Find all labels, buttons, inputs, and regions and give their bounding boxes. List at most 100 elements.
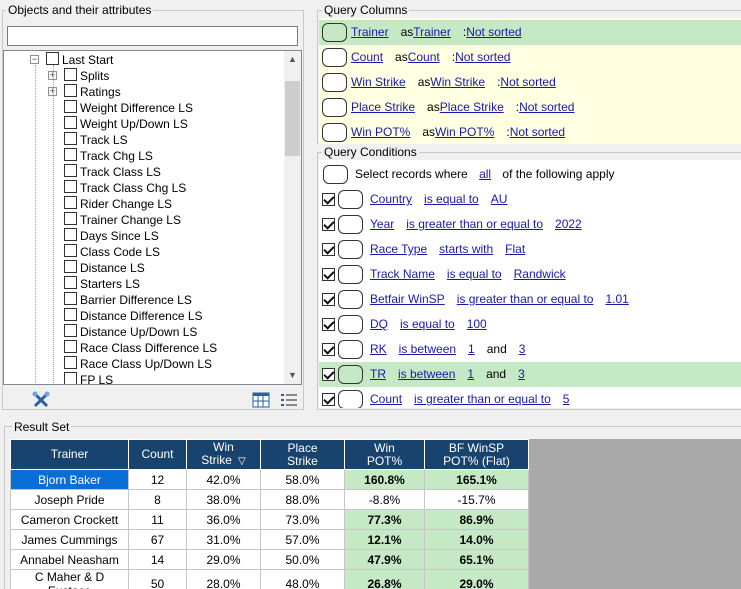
tree-item[interactable]: Track Class Chg LS	[64, 179, 186, 195]
tree-item-checkbox[interactable]	[64, 292, 77, 306]
tree-item-checkbox[interactable]	[64, 340, 77, 354]
condition-checkbox[interactable]	[322, 393, 335, 406]
cell-trainer[interactable]: Bjorn Baker	[10, 469, 129, 490]
condition-checkbox[interactable]	[322, 293, 335, 306]
cell-win-pot[interactable]: 26.8%	[344, 569, 425, 589]
tree-item-checkbox[interactable]	[64, 116, 77, 130]
query-column-handle[interactable]	[322, 73, 347, 92]
tree-item-checkbox[interactable]	[64, 276, 77, 290]
column-header[interactable]: BF WinSP POT% (Flat)	[424, 439, 529, 470]
table-row[interactable]: C Maher & D Eustace5028.0%48.0%26.8%29.0…	[10, 569, 529, 589]
tree-item-checkbox[interactable]	[64, 148, 77, 162]
cell-win-strike[interactable]: 31.0%	[186, 529, 261, 550]
column-sort-link[interactable]: Not sorted	[510, 125, 565, 139]
condition-field-link[interactable]: TR	[370, 367, 386, 381]
collapse-icon[interactable]: −	[30, 55, 39, 64]
condition-operator-link[interactable]: is greater than or equal to	[457, 292, 594, 306]
scroll-down-icon[interactable]: ▼	[284, 367, 301, 384]
cell-bf-pot[interactable]: 86.9%	[424, 509, 529, 530]
condition-operator-link[interactable]: is between	[399, 342, 456, 356]
column-alias-link[interactable]: Win POT%	[435, 125, 494, 139]
cell-win-strike[interactable]: 28.0%	[186, 569, 261, 589]
conditions-root-handle[interactable]	[323, 165, 348, 184]
cell-place-strike[interactable]: 58.0%	[260, 469, 345, 490]
tree-item-checkbox[interactable]	[64, 244, 77, 258]
query-column-row[interactable]: Win Strike asWin Strike:Not sorted	[319, 70, 741, 95]
condition-operator-link[interactable]: is greater than or equal to	[406, 217, 543, 231]
condition-value-link[interactable]: 2022	[555, 217, 582, 231]
cell-trainer[interactable]: James Cummings	[10, 529, 129, 550]
tree-item[interactable]: Days Since LS	[64, 227, 159, 243]
tree-item[interactable]: + Splits	[48, 67, 109, 83]
column-alias-link[interactable]: Trainer	[413, 25, 451, 39]
tree-item[interactable]: + Ratings	[48, 83, 121, 99]
tree-item[interactable]: − Last Start	[30, 51, 113, 67]
cell-bf-pot[interactable]: 29.0%	[424, 569, 529, 589]
table-row[interactable]: Cameron Crockett 11 36.0% 73.0% 77.3% 86.9%	[10, 509, 529, 530]
column-sort-link[interactable]: Not sorted	[466, 25, 521, 39]
tree-item[interactable]: Barrier Difference LS	[64, 291, 192, 307]
tree-item-checkbox[interactable]	[64, 180, 77, 194]
condition-handle[interactable]	[338, 290, 363, 309]
cell-count[interactable]: 8	[128, 489, 187, 510]
tree-item-checkbox[interactable]	[64, 308, 77, 322]
query-column-row[interactable]: Place Strike asPlace Strike:Not sorted	[319, 95, 741, 120]
cell-win-pot[interactable]: 77.3%	[344, 509, 425, 530]
column-field-link[interactable]: Place Strike	[351, 100, 415, 114]
condition-field-link[interactable]: Year	[370, 217, 394, 231]
query-column-handle[interactable]	[322, 23, 347, 42]
condition-value-link[interactable]: 100	[467, 317, 487, 331]
tree-item-checkbox[interactable]	[64, 228, 77, 242]
condition-row[interactable]: Race Type starts with Flat	[319, 237, 741, 262]
tree-item-checkbox[interactable]	[64, 68, 77, 82]
tree-item-checkbox[interactable]	[46, 52, 59, 66]
cell-win-pot[interactable]: 47.9%	[344, 549, 425, 570]
condition-value-link[interactable]: 5	[563, 392, 570, 406]
column-sort-link[interactable]: Not sorted	[519, 100, 574, 114]
condition-value-link[interactable]: Flat	[505, 242, 525, 256]
condition-handle[interactable]	[338, 390, 363, 408]
tree-item[interactable]: Weight Up/Down LS	[64, 115, 188, 131]
condition-operator-link[interactable]: is between	[398, 367, 455, 381]
condition-value-link[interactable]: AU	[491, 192, 508, 206]
cell-bf-pot[interactable]: 14.0%	[424, 529, 529, 550]
condition-field-link[interactable]: RK	[370, 342, 387, 356]
column-header[interactable]: Count	[128, 439, 187, 470]
condition-operator-link[interactable]: starts with	[439, 242, 493, 256]
query-column-handle[interactable]	[322, 123, 347, 142]
tree-item-checkbox[interactable]	[64, 84, 77, 98]
column-alias-link[interactable]: Count	[408, 50, 440, 64]
tree-item[interactable]: Distance Up/Down LS	[64, 323, 197, 339]
cell-trainer[interactable]: C Maher & D Eustace	[10, 569, 129, 589]
condition-value-link[interactable]: 1	[467, 367, 474, 381]
query-conditions-list[interactable]: Select records where all of the followin…	[319, 160, 741, 408]
cell-trainer[interactable]: Cameron Crockett	[10, 509, 129, 530]
cell-win-strike[interactable]: 29.0%	[186, 549, 261, 570]
condition-checkbox[interactable]	[322, 268, 335, 281]
cell-bf-pot[interactable]: 65.1%	[424, 549, 529, 570]
condition-field-link[interactable]: Race Type	[370, 242, 427, 256]
column-alias-link[interactable]: Win Strike	[430, 75, 485, 89]
condition-handle[interactable]	[338, 215, 363, 234]
grid-view-icon[interactable]	[252, 392, 272, 410]
condition-row[interactable]: Year is greater than or equal to 2022	[319, 212, 741, 237]
condition-field-link[interactable]: Track Name	[370, 267, 435, 281]
cell-win-strike[interactable]: 36.0%	[186, 509, 261, 530]
cell-trainer[interactable]: Annabel Neasham	[10, 549, 129, 570]
column-field-link[interactable]: Count	[351, 50, 383, 64]
tree-item-checkbox[interactable]	[64, 100, 77, 114]
condition-handle[interactable]	[338, 365, 363, 384]
cell-trainer[interactable]: Joseph Pride	[10, 489, 129, 510]
column-field-link[interactable]: Win POT%	[351, 125, 410, 139]
condition-handle[interactable]	[338, 315, 363, 334]
column-header[interactable]: Trainer	[10, 439, 129, 470]
tree-item[interactable]: Race Class Difference LS	[64, 339, 217, 355]
list-view-icon[interactable]	[280, 392, 300, 410]
column-alias-link[interactable]: Place Strike	[440, 100, 504, 114]
cell-bf-pot[interactable]: 165.1%	[424, 469, 529, 490]
cell-count[interactable]: 67	[128, 529, 187, 550]
condition-row[interactable]: Track Name is equal to Randwick	[319, 262, 741, 287]
tree-item[interactable]: Track Class LS	[64, 163, 161, 179]
condition-checkbox[interactable]	[322, 193, 335, 206]
condition-row[interactable]: TR is between 1 and 3	[319, 362, 741, 387]
